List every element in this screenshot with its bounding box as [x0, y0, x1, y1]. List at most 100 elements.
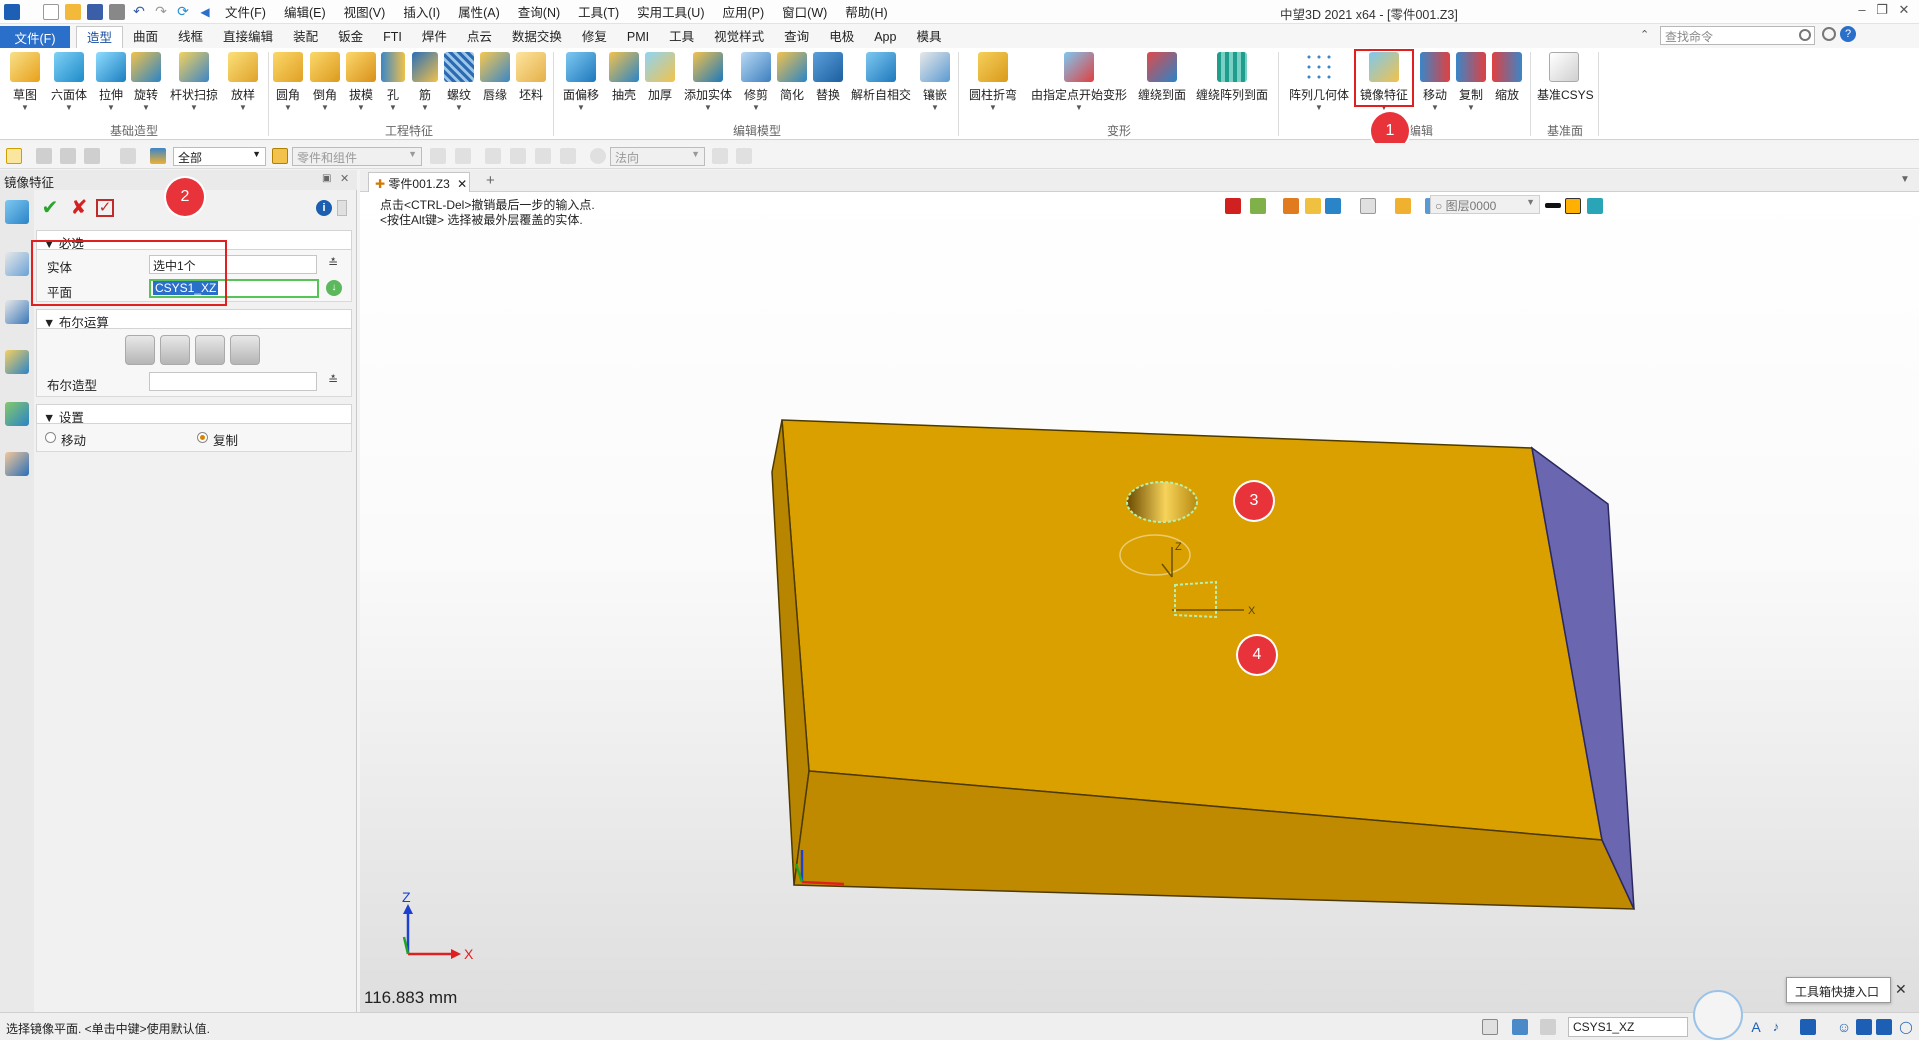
shell-button[interactable]: 抽壳 [609, 52, 639, 103]
3d-viewport[interactable]: Z X Z X 点击<CTRL-Del>撤销最后一步的输入点. <按住Alt键>… [360, 192, 1919, 1012]
draft-button[interactable]: 拔模 ▼ [345, 52, 377, 112]
pin-icon[interactable] [560, 148, 576, 164]
display-mode-icon[interactable] [1325, 198, 1341, 214]
menu-apps[interactable]: 应用(P) [722, 2, 764, 21]
extrude-button[interactable]: 拉伸 ▼ [96, 52, 126, 112]
line-color-icon[interactable] [1545, 203, 1561, 208]
feature-tab-icon[interactable] [5, 200, 29, 224]
hole-button[interactable]: 孔 ▼ [381, 52, 405, 112]
new-tab-icon[interactable]: + [486, 172, 495, 189]
ok-check-icon[interactable]: ✔ [38, 196, 62, 220]
tab-direct-edit[interactable]: 直接编辑 [213, 26, 283, 48]
back-icon[interactable]: ◀ [197, 4, 213, 20]
cancel-x-icon[interactable]: ✘ [67, 196, 91, 220]
normal-filter-select[interactable]: 法向 ▼ [610, 147, 705, 166]
layer-tool-icon[interactable] [1587, 198, 1603, 214]
panel-expand-icon[interactable] [337, 200, 347, 216]
thread-button[interactable]: 螺纹 ▼ [444, 52, 474, 112]
filter-icon[interactable] [150, 148, 166, 164]
chamfer-button[interactable]: 倒角 ▼ [309, 52, 341, 112]
tab-list-icon[interactable]: ▼ [1900, 174, 1910, 185]
input-tool-icon[interactable] [1800, 1019, 1816, 1035]
user-icon[interactable] [5, 452, 29, 476]
tab-assembly[interactable]: 装配 [283, 26, 328, 48]
menu-tools[interactable]: 工具(T) [578, 2, 619, 21]
solid-filter-icon[interactable] [1305, 198, 1321, 214]
menu-utility[interactable]: 实用工具(U) [637, 2, 704, 21]
tab-electrode[interactable]: 电极 [819, 26, 864, 48]
tab-wireframe[interactable]: 线框 [168, 26, 213, 48]
pick-box-icon[interactable] [84, 148, 100, 164]
cursor-icon[interactable] [712, 148, 728, 164]
input-music-icon[interactable]: ♪ [1768, 1019, 1784, 1035]
tab-pmi[interactable]: PMI [617, 26, 659, 48]
wrap-array-button[interactable]: 缠绕阵列到面 [1195, 52, 1269, 103]
move-radio-label[interactable]: 移动 [61, 430, 86, 449]
snap-setting-icon[interactable] [736, 148, 752, 164]
emboss-button[interactable]: 镶嵌 ▼ [920, 52, 950, 112]
part-library-icon[interactable] [5, 350, 29, 374]
tab-visual-style[interactable]: 视觉样式 [704, 26, 774, 48]
pick-toggle-icon[interactable] [455, 148, 471, 164]
toolbox-tooltip[interactable]: 工具箱快捷入口 [1786, 977, 1891, 1003]
pick-remove-icon[interactable] [60, 148, 76, 164]
boolean-section-header[interactable]: ▼ 布尔运算 [36, 309, 352, 330]
filter-type-select[interactable]: 全部 ▼ [173, 147, 266, 166]
tab-query[interactable]: 查询 [774, 26, 819, 48]
input-shirt-icon[interactable] [1856, 1019, 1872, 1035]
undo-icon[interactable]: ↶ [131, 4, 147, 20]
view-filter-icon[interactable] [1250, 198, 1266, 214]
status-list-icon[interactable] [1540, 1019, 1556, 1035]
tab-modeling[interactable]: 造型 [76, 26, 124, 48]
thicken-button[interactable]: 加厚 [645, 52, 675, 103]
file-menu-button[interactable]: 文件(F) [0, 26, 70, 48]
trim-button[interactable]: 修剪 ▼ [741, 52, 771, 112]
simplify-button[interactable]: 简化 [777, 52, 807, 103]
print-icon[interactable] [109, 3, 125, 20]
align-center-icon[interactable] [510, 148, 526, 164]
pattern-geometry-button[interactable]: 阵列几何体 ▼ [1288, 52, 1350, 112]
deform-from-point-button[interactable]: 由指定点开始变形 ▼ [1030, 52, 1128, 112]
tab-data-exchange[interactable]: 数据交换 [502, 26, 572, 48]
history-tree-icon[interactable] [5, 252, 29, 276]
add-solid-button[interactable]: 添加实体 ▼ [683, 52, 733, 112]
face-color-icon[interactable] [1565, 198, 1581, 214]
exit-icon[interactable] [1225, 198, 1241, 214]
tab-close-icon[interactable]: ✕ [457, 177, 467, 191]
input-lock-icon[interactable]: ◯ [1898, 1019, 1914, 1035]
input-grid-icon[interactable] [1876, 1019, 1892, 1035]
layer-select[interactable]: ○ 图层0000 ▼ [1430, 195, 1540, 214]
menu-help[interactable]: 帮助(H) [845, 2, 887, 21]
search-icon[interactable] [1799, 29, 1811, 41]
document-tab[interactable]: ✚ 零件001.Z3 ✕ [368, 172, 470, 192]
info-icon[interactable]: i [316, 200, 332, 216]
new-file-icon[interactable] [43, 3, 59, 20]
boolean-intersect-icon[interactable] [230, 335, 260, 365]
pencil-icon[interactable] [1283, 198, 1299, 214]
status-view-icon[interactable] [1482, 1019, 1498, 1035]
collapse-ribbon-icon[interactable]: ⌃ [1640, 28, 1649, 41]
open-folder-icon[interactable] [65, 3, 81, 20]
assembly-tree-icon[interactable] [5, 300, 29, 324]
boolean-remove-icon[interactable] [195, 335, 225, 365]
tab-mold[interactable]: 模具 [906, 26, 951, 48]
move-button[interactable]: 移动 ▼ [1420, 52, 1450, 112]
datum-csys-button[interactable]: 基准CSYS [1537, 52, 1594, 103]
status-monitor-icon[interactable] [1512, 1019, 1528, 1035]
loft-button[interactable]: 放样 ▼ [226, 52, 260, 112]
rib-button[interactable]: 筋 ▼ [412, 52, 438, 112]
boolean-base-icon[interactable] [125, 335, 155, 365]
align-left-icon[interactable] [485, 148, 501, 164]
pick-setting-icon[interactable] [430, 148, 446, 164]
pick-polygon-icon[interactable] [120, 148, 136, 164]
view-cube-icon[interactable] [1360, 198, 1376, 214]
sweep-button[interactable]: 杆状扫掠 ▼ [168, 52, 220, 112]
image-library-icon[interactable] [5, 402, 29, 426]
tab-surface[interactable]: 曲面 [123, 26, 168, 48]
minimize-icon[interactable]: – [1852, 2, 1872, 20]
blank-button[interactable]: 坯料 [516, 52, 546, 103]
menu-query[interactable]: 查询(N) [518, 2, 560, 21]
apply-icon[interactable]: ✓ [96, 199, 114, 217]
offset-face-button[interactable]: 面偏移 ▼ [563, 52, 599, 112]
close-icon[interactable]: ✕ [1894, 2, 1914, 20]
